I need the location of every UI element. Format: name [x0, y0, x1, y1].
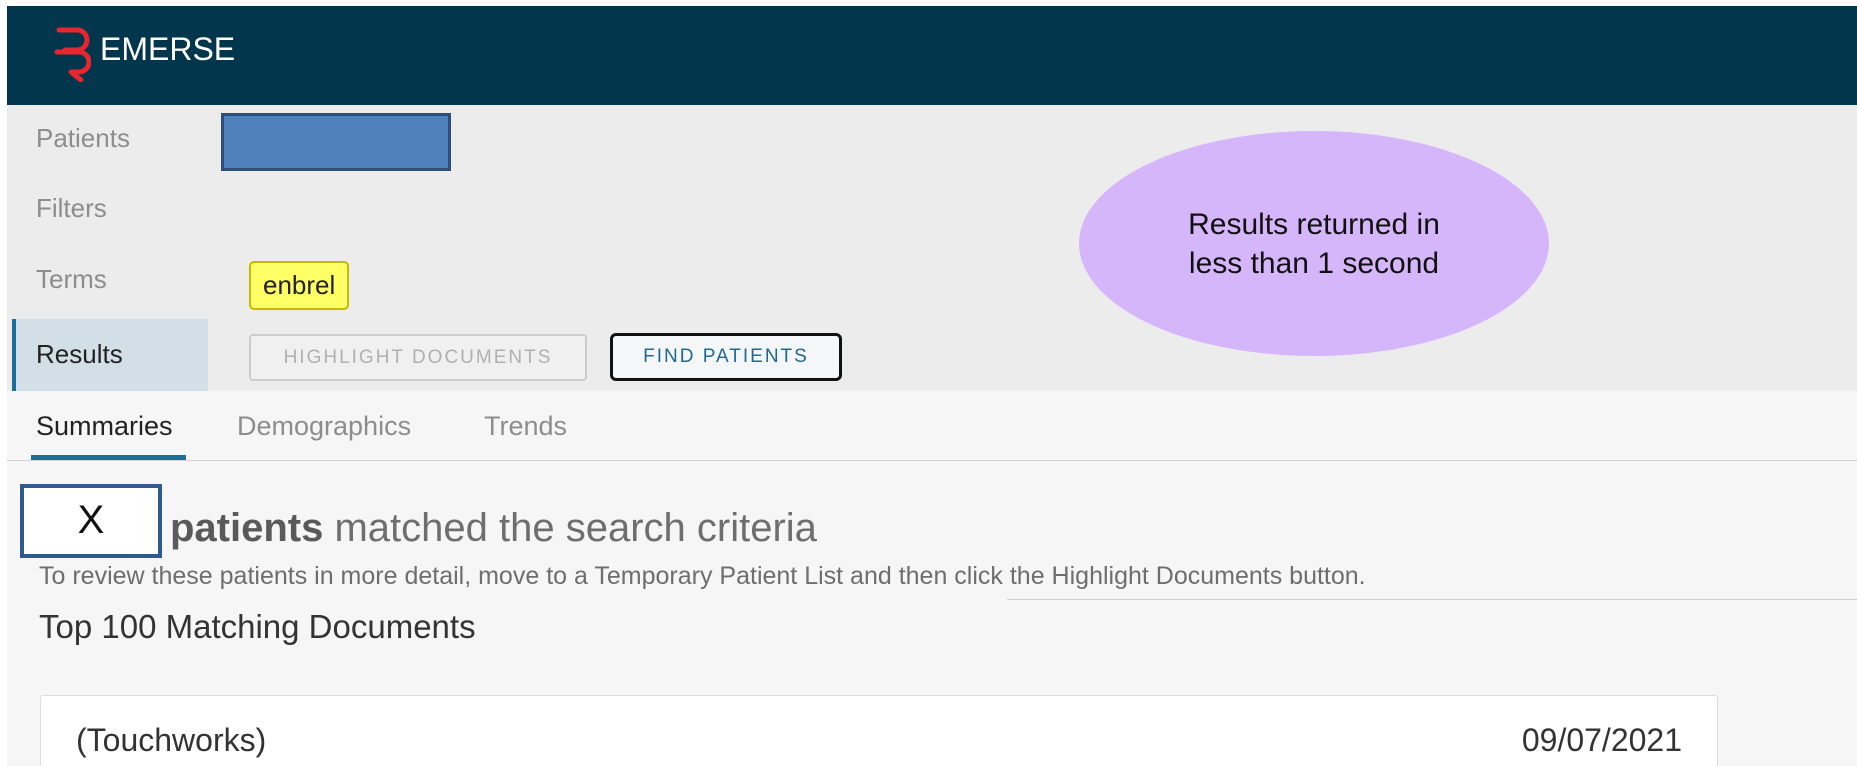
patient-list-redaction — [221, 113, 451, 171]
sidebar-item-results[interactable]: Results — [12, 319, 208, 391]
callout-text: Results returned in less than 1 second — [1188, 207, 1440, 280]
patients-word: patients — [170, 506, 324, 550]
tab-demographics[interactable]: Demographics — [237, 411, 411, 442]
emerse-logo-icon — [54, 27, 91, 82]
brand-name: EMERSE — [100, 31, 236, 67]
callout-annotation: Results returned in less than 1 second — [1079, 131, 1549, 356]
document-date: 09/07/2021 — [1521, 722, 1682, 758]
patient-count-box: X — [20, 484, 162, 558]
sidebar-item-filters[interactable]: Filters — [36, 193, 107, 224]
app-frame: EMERSE Patients Filters Terms Results en… — [7, 6, 1857, 766]
match-text: matched the search criteria — [323, 506, 817, 550]
tab-trends[interactable]: Trends — [484, 411, 567, 442]
highlight-documents-button[interactable]: HIGHLIGHT DOCUMENTS — [249, 334, 587, 381]
instructions-text: To review these patients in more detail,… — [39, 562, 1366, 590]
document-card[interactable]: (Touchworks) 09/07/2021 — [40, 695, 1718, 766]
search-term-chip[interactable]: enbrel — [249, 261, 350, 310]
sidebar-item-results-label: Results — [36, 339, 123, 369]
match-summary: patients matched the search criteria — [170, 506, 817, 551]
tab-summaries[interactable]: Summaries — [36, 411, 173, 442]
sidebar-item-patients[interactable]: Patients — [36, 123, 130, 154]
top-header-bar: EMERSE — [7, 6, 1857, 105]
section-divider — [1007, 599, 1857, 600]
sidebar-item-terms[interactable]: Terms — [36, 264, 107, 295]
tabs-divider — [7, 460, 1857, 461]
document-source: (Touchworks) — [76, 722, 267, 758]
section-title: Top 100 Matching Documents — [39, 608, 476, 645]
find-patients-button[interactable]: FIND PATIENTS — [610, 333, 842, 381]
